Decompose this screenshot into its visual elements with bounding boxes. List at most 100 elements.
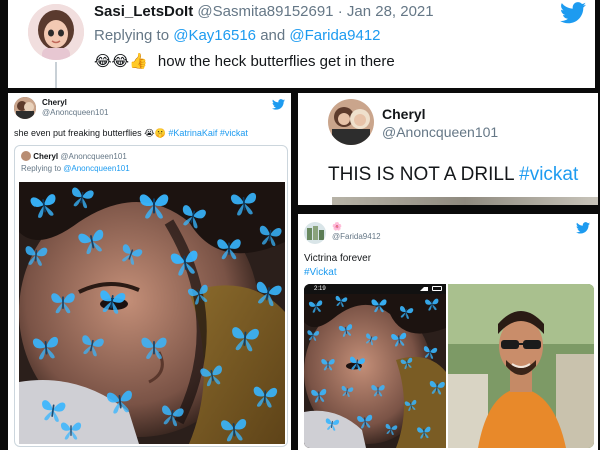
twitter-bird-icon[interactable] (576, 222, 590, 234)
butterfly-icon (106, 390, 132, 414)
avatar[interactable] (14, 97, 36, 119)
separator: · (337, 3, 343, 20)
butterfly-icon (100, 290, 126, 314)
tweet-text: Victrina forever #Vickat (304, 252, 371, 280)
butterfly-icon (385, 423, 398, 436)
reply-mention-2[interactable]: @Farida9412 (289, 27, 380, 44)
butterfly-icon (335, 295, 348, 308)
top-tweet: Sasi_LetsDoIt @Sasmita89152691 · Jan 28,… (8, 0, 595, 88)
and-word: and (260, 27, 286, 44)
avatar-art (28, 4, 84, 60)
handle[interactable]: @Anoncqueen101 (60, 152, 126, 161)
right-bottom-tweet: 🌸 @Farida9412 Victrina forever #Vickat 2… (298, 214, 598, 450)
twitter-bird-icon[interactable] (272, 99, 285, 110)
hashtag-vickat[interactable]: #vickat (519, 164, 578, 185)
thread-line (55, 62, 57, 88)
butterfly-icon (308, 300, 323, 313)
tweet-header: Cheryl @Anoncqueen101 (42, 98, 108, 118)
butterfly-icon (253, 386, 278, 408)
replying-to: Replying to @Anoncqueen101 (21, 164, 130, 174)
butterfly-icon (122, 244, 143, 265)
butterfly-icon (32, 336, 59, 360)
butterfly-icon (51, 293, 75, 314)
replying-prefix: Replying to (21, 164, 62, 173)
tweet-header: 🌸 @Farida9412 (332, 222, 381, 242)
reply-mention-1[interactable]: @Kay16516 (173, 27, 256, 44)
butterfly-icon (78, 229, 104, 254)
photo-art (448, 284, 594, 448)
avatar[interactable] (304, 222, 326, 244)
tweet-body: Victrina forever (304, 253, 372, 264)
emoji-group: 😂😂👍 (94, 52, 148, 70)
butterfly-icon (338, 324, 353, 337)
butterfly-icon (321, 359, 335, 371)
reply-mention[interactable]: @Anoncqueen101 (63, 164, 129, 173)
display-name[interactable]: Sasi_LetsDoIt (94, 3, 193, 20)
butterfly-icon (182, 205, 206, 229)
media-preview-edge (332, 197, 598, 205)
replying-prefix: Replying to (94, 27, 170, 44)
quoted-tweet[interactable]: Cheryl @Anoncqueen101 Replying to @Anonc… (14, 145, 288, 447)
butterfly-icon (341, 385, 354, 398)
butterfly-icon (425, 298, 439, 311)
display-name[interactable]: Cheryl (382, 105, 498, 123)
handle[interactable]: @Anoncqueen101 (42, 108, 108, 118)
media-grid: 2:19 (304, 284, 594, 448)
butterfly-icon (221, 418, 247, 442)
butterfly-icon (400, 357, 413, 370)
butterfly-icon (259, 225, 282, 247)
butterfly-icon (371, 385, 385, 397)
twitter-bird-icon[interactable] (560, 2, 586, 24)
media-left-screenshot[interactable]: 2:19 (304, 284, 446, 448)
butterfly-icon (423, 346, 438, 359)
hashtag-vickat[interactable]: #vickat (220, 128, 248, 138)
butterfly-icon (349, 356, 365, 371)
left-tweet: Cheryl @Anoncqueen101 she even put freak… (8, 93, 291, 450)
right-top-tweet: Cheryl @Anoncqueen101 THIS IS NOT A DRIL… (298, 93, 598, 205)
tweet-body: THIS IS NOT A DRILL (328, 164, 514, 185)
tweet-header: Sasi_LetsDoIt @Sasmita89152691 · Jan 28,… (94, 2, 434, 22)
avatar[interactable] (21, 151, 31, 161)
avatar[interactable] (328, 99, 374, 145)
avatar-art (328, 99, 374, 145)
handle[interactable]: @Anoncqueen101 (382, 123, 498, 141)
butterfly-icon (391, 332, 407, 347)
avatar[interactable] (28, 4, 84, 60)
media-right-photo[interactable] (448, 284, 594, 448)
handle[interactable]: @Sasmita89152691 (197, 3, 333, 20)
signal-icon (420, 287, 428, 291)
butterfly-icon (311, 388, 327, 403)
tweet-text: THIS IS NOT A DRILL #vickat (328, 163, 578, 187)
tweet-header: Cheryl @Anoncqueen101 (382, 105, 498, 141)
butterfly-icon (404, 399, 417, 412)
hashtag-vickat[interactable]: #Vickat (304, 266, 371, 280)
butterfly-icon (60, 422, 82, 440)
replying-to: Replying to @Kay16516 and @Farida9412 (94, 26, 381, 46)
butterfly-icon (30, 194, 56, 218)
butterfly-icon (357, 414, 373, 429)
handle[interactable]: @Farida9412 (332, 232, 381, 242)
butterfly-icon (141, 337, 167, 359)
butterfly-icon (325, 418, 340, 431)
butterfly-layer (304, 294, 446, 448)
butterfly-icon (400, 306, 414, 319)
display-name[interactable]: Cheryl (42, 98, 108, 108)
butterfly-icon (82, 335, 104, 357)
hashtag-katrinakaif[interactable]: #KatrinaKaif (168, 128, 217, 138)
butterfly-icon (256, 281, 282, 306)
avatar-art (304, 222, 326, 244)
display-name[interactable]: Cheryl (33, 152, 58, 161)
butterfly-icon (25, 246, 48, 266)
phone-status-bar: 2:19 (304, 284, 446, 294)
emoji-group: 😭🤫 (144, 129, 166, 139)
name-emoji: 🌸 (332, 222, 342, 231)
butterfly-layer (19, 182, 285, 444)
butterfly-icon (429, 380, 445, 395)
tweet-date[interactable]: Jan 28, 2021 (347, 3, 434, 20)
butterfly-icon (230, 192, 257, 216)
butterfly-photo[interactable] (19, 182, 285, 444)
butterfly-icon (162, 405, 184, 427)
butterfly-icon (371, 299, 387, 313)
tweet-body: she even put freaking butterflies (14, 128, 142, 138)
butterfly-icon (365, 333, 378, 346)
